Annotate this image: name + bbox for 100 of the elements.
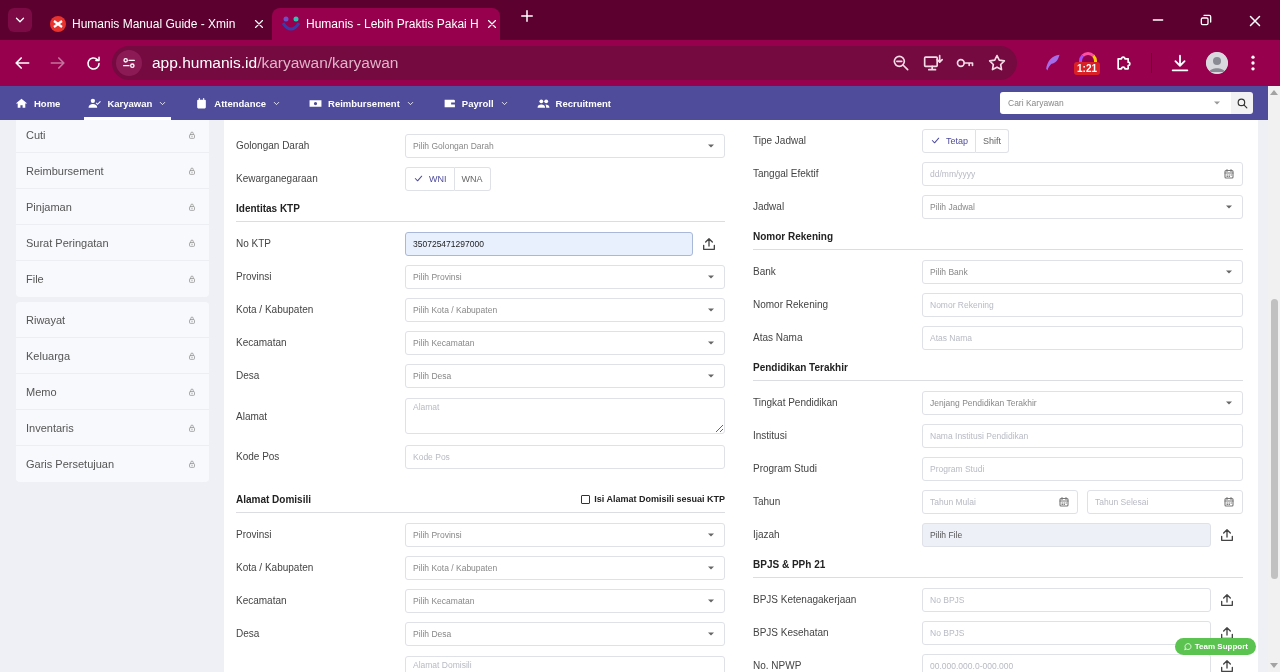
input-field[interactable]: No BPJS bbox=[922, 620, 1211, 645]
sidebar-item[interactable]: Reimbursement bbox=[16, 153, 209, 189]
input-field[interactable]: 350725471297000 bbox=[405, 231, 693, 256]
select-field[interactable]: Pilih Bank bbox=[922, 259, 1243, 284]
nav-menu-item[interactable]: Reimbursement bbox=[305, 86, 419, 120]
input-field[interactable]: No BPJS bbox=[922, 587, 1211, 612]
new-tab-icon[interactable] bbox=[518, 7, 536, 25]
input-field[interactable]: Kode Pos bbox=[405, 444, 725, 469]
browser-tab[interactable]: Humanis Manual Guide - Xmin bbox=[40, 8, 272, 40]
star-icon[interactable] bbox=[987, 53, 1007, 73]
select-field[interactable]: Pilih Kecamatan bbox=[405, 330, 725, 355]
field-label: Kecamatan bbox=[236, 595, 288, 606]
restore-icon[interactable] bbox=[1198, 12, 1214, 28]
select-field[interactable]: Jenjang Pendidikan Terakhir bbox=[922, 390, 1243, 415]
input-field[interactable]: Nama Institusi Pendidikan bbox=[922, 423, 1243, 448]
sidebar-item[interactable]: Surat Peringatan bbox=[16, 225, 209, 261]
select-field[interactable]: Pilih Kota / Kabupaten bbox=[405, 555, 725, 580]
sidebar-item[interactable]: Pinjaman bbox=[16, 189, 209, 225]
field-label: Golongan Darah bbox=[236, 140, 311, 151]
select-field[interactable]: Pilih Golongan Darah bbox=[405, 133, 725, 158]
zoom-out-icon[interactable] bbox=[891, 53, 911, 73]
chat-icon bbox=[1182, 642, 1192, 651]
sidebar-item[interactable]: Memo bbox=[16, 374, 209, 410]
download-icon[interactable] bbox=[1169, 52, 1191, 74]
field-label: Jadwal bbox=[753, 201, 786, 212]
input-field[interactable]: Nomor Rekening bbox=[922, 292, 1243, 317]
calendar-icon bbox=[1058, 495, 1070, 508]
file-field[interactable]: Pilih File bbox=[922, 522, 1211, 547]
nav-menu-item[interactable]: Attendance bbox=[191, 86, 286, 120]
search-field[interactable]: Cari Karyawan bbox=[1000, 92, 1231, 114]
search-icon bbox=[1235, 96, 1249, 110]
input-field[interactable]: Atas Nama bbox=[922, 325, 1243, 350]
upload-icon[interactable] bbox=[1219, 657, 1235, 672]
sidebar-item[interactable]: Inventaris bbox=[16, 410, 209, 446]
toggle-option[interactable]: Shift bbox=[976, 128, 1010, 153]
extension-badge: 1:21 bbox=[1074, 62, 1100, 75]
home-icon bbox=[15, 96, 28, 110]
logo-icon bbox=[50, 16, 66, 32]
select-field[interactable]: Pilih Provinsi bbox=[405, 264, 725, 289]
tab-list-button[interactable] bbox=[8, 8, 32, 32]
sidebar-item[interactable]: Cuti bbox=[16, 120, 209, 153]
field-label: Bank bbox=[753, 266, 777, 277]
nav-menu-item[interactable]: Payroll bbox=[438, 86, 513, 120]
upload-icon[interactable] bbox=[701, 235, 717, 252]
text-area[interactable]: Alamat bbox=[405, 398, 725, 434]
logo-icon bbox=[282, 16, 300, 32]
select-field[interactable]: Pilih Desa bbox=[405, 363, 725, 388]
install-icon[interactable] bbox=[923, 53, 943, 73]
select-field[interactable]: Pilih Desa bbox=[405, 621, 725, 646]
select-field[interactable]: Pilih Provinsi bbox=[405, 522, 725, 547]
scrollbar-thumb[interactable] bbox=[1270, 299, 1278, 579]
address-bar[interactable]: app.humanis.id/karyawan/karyawan bbox=[112, 46, 1017, 80]
field-label: Kewarganegaraan bbox=[236, 173, 319, 184]
sidebar-item[interactable]: File bbox=[16, 261, 209, 297]
field-label: Alamat bbox=[236, 410, 269, 422]
field-label: Institusi bbox=[753, 430, 788, 441]
search-button[interactable] bbox=[1231, 92, 1253, 114]
field-label: Nomor Rekening bbox=[753, 299, 830, 310]
users-icon bbox=[536, 96, 550, 110]
field-label: Provinsi bbox=[236, 529, 273, 540]
calendar-icon bbox=[1223, 167, 1235, 180]
puzzle-icon[interactable] bbox=[1114, 53, 1134, 73]
check-icon bbox=[413, 173, 424, 184]
upload-icon[interactable] bbox=[1219, 591, 1235, 608]
field-label: Tipe Jadwal bbox=[753, 135, 807, 146]
section-title: Pendidikan Terakhir bbox=[753, 361, 848, 373]
avatar-icon[interactable] bbox=[1206, 52, 1228, 74]
toggle-option[interactable]: Tetap bbox=[922, 128, 977, 153]
toggle-option[interactable]: WNI bbox=[405, 166, 455, 191]
input-field[interactable]: 00.000.000.0-000.000 bbox=[922, 653, 1211, 672]
field-label: No. NPWP bbox=[753, 660, 803, 671]
select-field[interactable]: Pilih Jadwal bbox=[922, 194, 1243, 219]
calendar-icon bbox=[1223, 495, 1235, 508]
site-settings-icon[interactable] bbox=[121, 55, 137, 71]
field-label: Provinsi bbox=[236, 271, 273, 282]
toggle-option[interactable]: WNA bbox=[454, 166, 491, 191]
calendar-icon bbox=[195, 96, 209, 110]
select-field[interactable]: Pilih Kecamatan bbox=[405, 588, 725, 613]
field-label: Atas Nama bbox=[753, 332, 804, 343]
field-label: Ijazah bbox=[753, 529, 781, 540]
input-field[interactable]: Program Studi bbox=[922, 456, 1243, 481]
nav-menu-item[interactable]: Recruitment bbox=[532, 86, 615, 120]
field-label: Kota / Kabupaten bbox=[236, 562, 315, 573]
upload-icon[interactable] bbox=[1219, 526, 1235, 543]
field-label: Kode Pos bbox=[236, 451, 281, 462]
field-label: Tanggal Efektif bbox=[753, 168, 820, 179]
nav-menu-item[interactable]: Home bbox=[11, 86, 65, 120]
browser-tab[interactable]: Humanis - Lebih Praktis Pakai H bbox=[272, 8, 500, 40]
field-label: No KTP bbox=[236, 238, 272, 249]
field-label: Desa bbox=[236, 628, 261, 639]
text-area[interactable]: Alamat Domisili bbox=[405, 656, 725, 672]
section-title: Alamat Domisili bbox=[236, 493, 312, 505]
sidebar-item[interactable]: Keluarga bbox=[16, 338, 209, 374]
sidebar-item[interactable]: Garis Persetujuan bbox=[16, 446, 209, 482]
sidebar-item[interactable]: Riwayat bbox=[16, 302, 209, 338]
field-label: Tahun bbox=[753, 496, 782, 507]
select-field[interactable]: Pilih Kota / Kabupaten bbox=[405, 297, 725, 322]
checkbox[interactable]: Isi Alamat Domisili sesuai KTP bbox=[581, 494, 725, 504]
field-label: BPJS Kesehatan bbox=[753, 627, 830, 638]
close-icon[interactable] bbox=[252, 17, 266, 31]
